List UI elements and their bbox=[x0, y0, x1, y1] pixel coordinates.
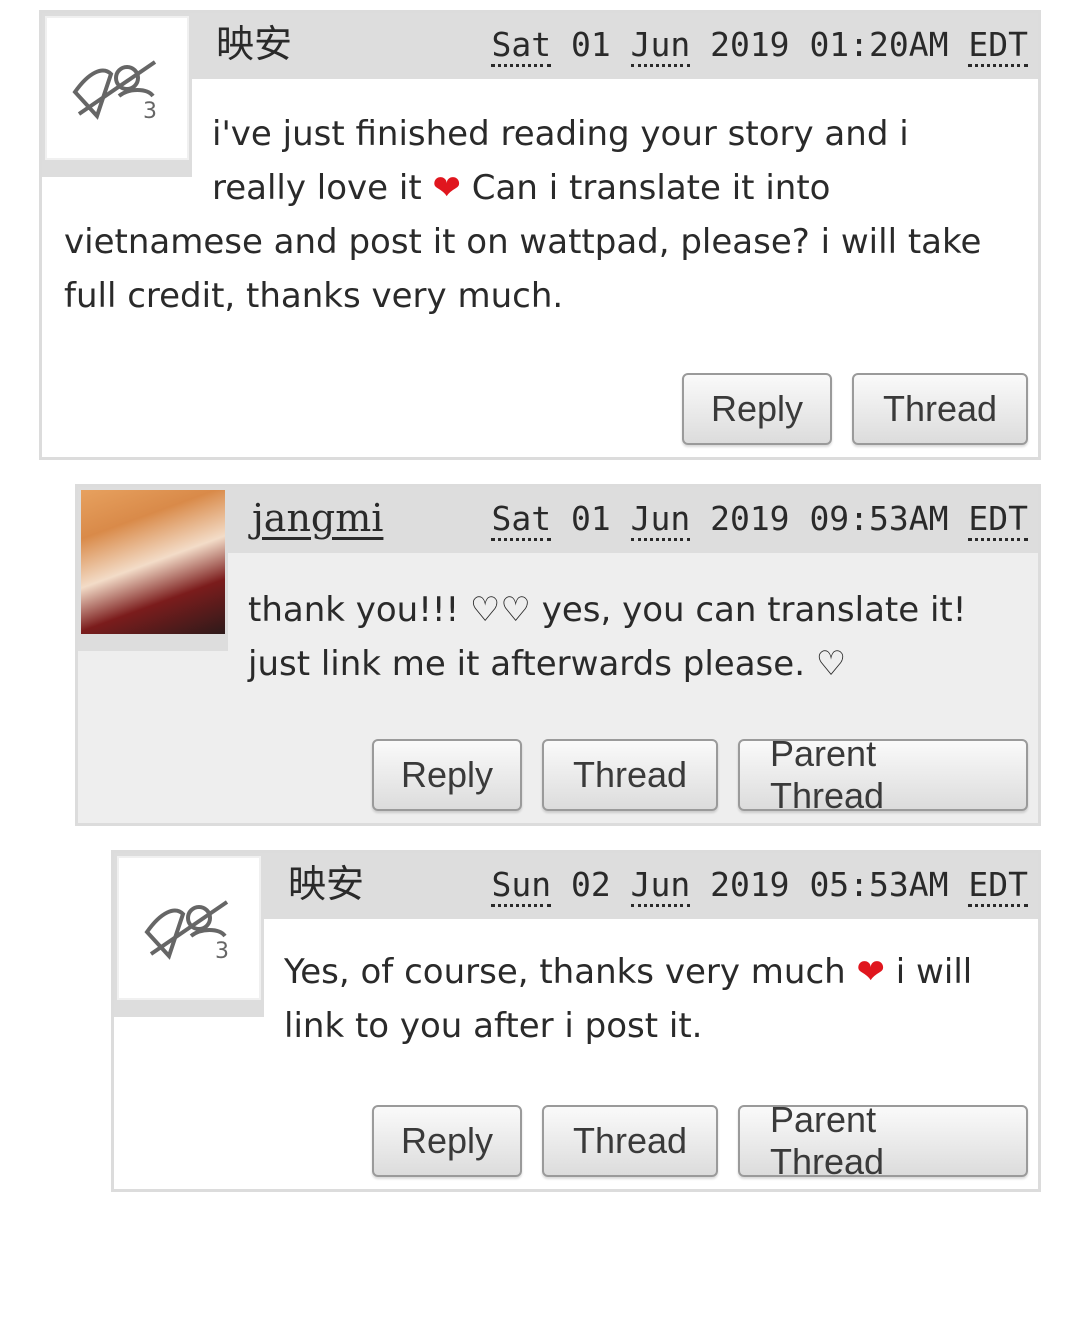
comment-header: 映安 Sun 02 Jun 2019 05:53AM EDT bbox=[264, 853, 1038, 919]
comment-text: Yes, of course, thanks very much ❤ i wil… bbox=[284, 952, 973, 1046]
heart-icon: ❤ bbox=[856, 952, 886, 992]
comment: 3 映安 Sun 02 Jun 2019 05:53AM EDT Yes, of… bbox=[111, 850, 1041, 1192]
date-year: 2019 bbox=[710, 865, 790, 904]
date-day: Sat bbox=[491, 25, 552, 67]
reply-button[interactable]: Reply bbox=[682, 373, 832, 445]
date-time: 01:20AM bbox=[809, 25, 949, 64]
avatar[interactable] bbox=[81, 490, 225, 634]
comment-text: thank you!!! ♡♡ yes, you can translate i… bbox=[248, 590, 967, 684]
author-name[interactable]: jangmi bbox=[252, 495, 383, 541]
parent-thread-button[interactable]: Parent Thread bbox=[738, 733, 1028, 816]
date-num: 02 bbox=[570, 865, 611, 904]
date-tz: EDT bbox=[968, 499, 1028, 541]
thread-button[interactable]: Thread bbox=[542, 1105, 718, 1177]
avatar-frame bbox=[78, 487, 228, 651]
comment-body: Yes, of course, thanks very much ❤ i wil… bbox=[284, 945, 978, 1053]
parent-thread-button[interactable]: Parent Thread bbox=[738, 1099, 1028, 1182]
comment-body: i've just finished reading your story an… bbox=[64, 107, 998, 323]
date-tz: EDT bbox=[968, 865, 1028, 907]
date-year: 2019 bbox=[710, 499, 790, 538]
comment-actions: Reply Thread Parent Thread bbox=[372, 1099, 1028, 1182]
author-name[interactable]: 映安 bbox=[216, 21, 292, 67]
comment: 3 映安 Sat 01 Jun 2019 01:20AM EDT i've ju… bbox=[39, 10, 1041, 460]
comment-header: 映安 Sat 01 Jun 2019 01:20AM EDT bbox=[192, 13, 1038, 79]
heart-icon: ❤ bbox=[432, 168, 462, 208]
reply-button[interactable]: Reply bbox=[372, 1105, 522, 1177]
date-month: Jun bbox=[630, 865, 691, 907]
comment-datetime: Sat 01 Jun 2019 09:53AM EDT bbox=[491, 497, 1028, 541]
date-day: Sat bbox=[491, 499, 552, 541]
comment-body: thank you!!! ♡♡ yes, you can translate i… bbox=[248, 583, 1008, 691]
date-month: Jun bbox=[630, 25, 691, 67]
date-num: 01 bbox=[570, 25, 611, 64]
date-year: 2019 bbox=[710, 25, 790, 64]
default-avatar-icon[interactable]: 3 bbox=[117, 856, 261, 1000]
reply-button[interactable]: Reply bbox=[372, 739, 522, 811]
thread-button[interactable]: Thread bbox=[852, 373, 1028, 445]
date-num: 01 bbox=[570, 499, 611, 538]
date-time: 09:53AM bbox=[809, 499, 949, 538]
comment-actions: Reply Thread Parent Thread bbox=[372, 733, 1028, 816]
date-month: Jun bbox=[630, 499, 691, 541]
svg-text:3: 3 bbox=[215, 939, 229, 964]
date-day: Sun bbox=[491, 865, 552, 907]
author-name[interactable]: 映安 bbox=[288, 861, 364, 907]
comment-datetime: Sat 01 Jun 2019 01:20AM EDT bbox=[491, 23, 1028, 67]
avatar-frame: 3 bbox=[114, 853, 264, 1017]
date-time: 05:53AM bbox=[809, 865, 949, 904]
thread-button[interactable]: Thread bbox=[542, 739, 718, 811]
comment-datetime: Sun 02 Jun 2019 05:53AM EDT bbox=[491, 863, 1028, 907]
comment-actions: Reply Thread bbox=[682, 373, 1028, 445]
comment: jangmi Sat 01 Jun 2019 09:53AM EDT thank… bbox=[75, 484, 1041, 826]
date-tz: EDT bbox=[968, 25, 1028, 67]
comment-header: jangmi Sat 01 Jun 2019 09:53AM EDT bbox=[228, 487, 1038, 553]
